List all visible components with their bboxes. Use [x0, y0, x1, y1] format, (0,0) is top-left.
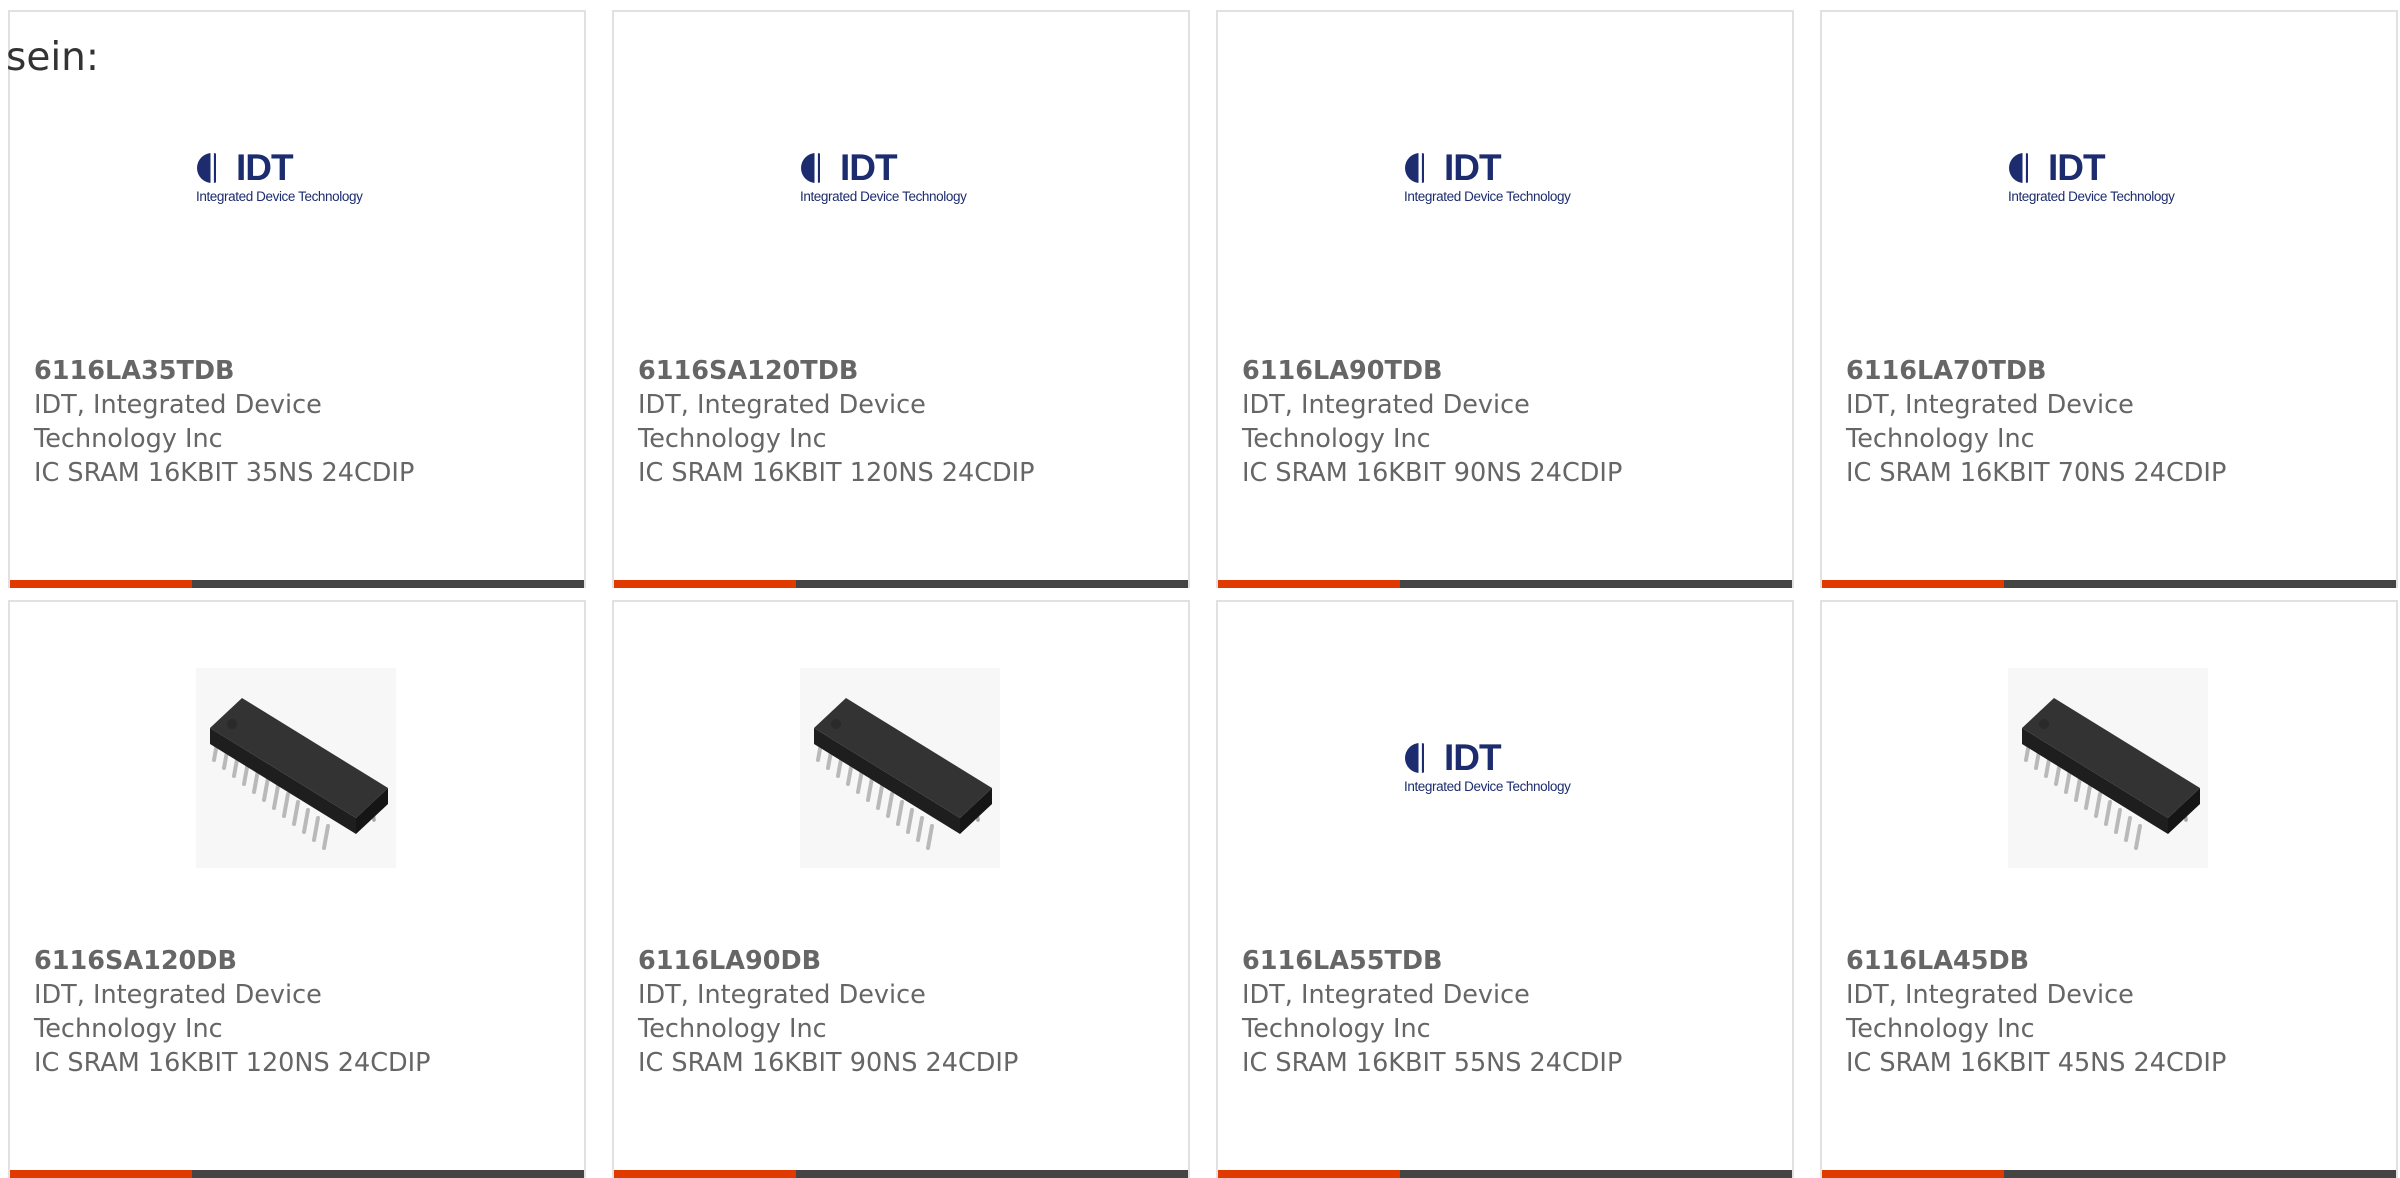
- idt-logo-mark-icon: [801, 152, 838, 184]
- product-image[interactable]: IDT Integrated Device Technology: [1404, 78, 1604, 278]
- product-description: IC SRAM 16KBIT 55NS 24CDIP: [1242, 1048, 1623, 1078]
- product-image[interactable]: IDT Integrated Device Technology: [2008, 78, 2208, 278]
- card-footer-bar: [10, 580, 584, 588]
- product-manufacturer: IDT, Integrated Device Technology Inc: [34, 390, 322, 454]
- chip-notch: [831, 719, 841, 729]
- product-info: 6116SA120TDB IDT, Integrated Device Tech…: [638, 354, 1158, 490]
- idt-logo-mark-icon: [2009, 152, 2046, 184]
- product-part-number[interactable]: 6116SA120TDB: [638, 354, 1158, 388]
- product-description: IC SRAM 16KBIT 45NS 24CDIP: [1846, 1048, 2227, 1078]
- product-manufacturer: IDT, Integrated Device Technology Inc: [638, 390, 926, 454]
- product-grid: IDT Integrated Device Technology 6116LA3…: [8, 10, 2398, 1178]
- product-info: 6116LA90DB IDT, Integrated Device Techno…: [638, 944, 1158, 1080]
- idt-logo-tagline: Integrated Device Technology: [1404, 779, 1571, 794]
- product-part-number[interactable]: 6116LA70TDB: [1846, 354, 2366, 388]
- idt-logo-word: IDT: [1444, 737, 1502, 778]
- idt-logo: IDT Integrated Device Technology: [2008, 147, 2208, 206]
- product-card[interactable]: 6116SA120DB IDT, Integrated Device Techn…: [8, 600, 586, 1178]
- product-info: 6116LA70TDB IDT, Integrated Device Techn…: [1846, 354, 2366, 490]
- idt-logo-word: IDT: [1444, 147, 1502, 188]
- product-info: 6116LA45DB IDT, Integrated Device Techno…: [1846, 944, 2366, 1080]
- idt-logo-word: IDT: [840, 147, 898, 188]
- card-footer-bar: [614, 580, 1188, 588]
- product-card[interactable]: 6116LA90DB IDT, Integrated Device Techno…: [612, 600, 1190, 1178]
- product-image[interactable]: IDT Integrated Device Technology: [1404, 668, 1604, 868]
- product-info: 6116LA55TDB IDT, Integrated Device Techn…: [1242, 944, 1762, 1080]
- product-part-number[interactable]: 6116LA55TDB: [1242, 944, 1762, 978]
- idt-logo-tagline: Integrated Device Technology: [2008, 189, 2175, 204]
- product-description: IC SRAM 16KBIT 120NS 24CDIP: [34, 1048, 431, 1078]
- product-card[interactable]: IDT Integrated Device Technology 6116LA3…: [8, 10, 586, 588]
- product-part-number[interactable]: 6116SA120DB: [34, 944, 554, 978]
- idt-logo-mark-icon: [1405, 742, 1442, 774]
- product-part-number[interactable]: 6116LA90DB: [638, 944, 1158, 978]
- card-footer-bar: [1822, 1170, 2396, 1178]
- product-description: IC SRAM 16KBIT 90NS 24CDIP: [638, 1048, 1019, 1078]
- idt-logo-word: IDT: [2048, 147, 2106, 188]
- product-image[interactable]: IDT Integrated Device Technology: [800, 78, 1000, 278]
- chip-notch: [227, 719, 237, 729]
- card-footer-bar: [1822, 580, 2396, 588]
- card-accent-bar: [1218, 1170, 1400, 1178]
- intro-text: sein:: [6, 35, 100, 80]
- card-accent-bar: [1822, 1170, 2004, 1178]
- product-manufacturer: IDT, Integrated Device Technology Inc: [34, 980, 322, 1044]
- card-accent-bar: [614, 1170, 796, 1178]
- product-image[interactable]: [2008, 668, 2208, 868]
- product-info: 6116SA120DB IDT, Integrated Device Techn…: [34, 944, 554, 1080]
- idt-logo-word: IDT: [236, 147, 294, 188]
- product-card[interactable]: IDT Integrated Device Technology 6116LA9…: [1216, 10, 1794, 588]
- product-image[interactable]: IDT Integrated Device Technology: [196, 78, 396, 278]
- product-description: IC SRAM 16KBIT 90NS 24CDIP: [1242, 458, 1623, 488]
- card-accent-bar: [10, 580, 192, 588]
- idt-logo-tagline: Integrated Device Technology: [800, 189, 967, 204]
- dip-chip-icon: [2008, 668, 2208, 868]
- product-part-number[interactable]: 6116LA45DB: [1846, 944, 2366, 978]
- product-manufacturer: IDT, Integrated Device Technology Inc: [1242, 980, 1530, 1044]
- product-card[interactable]: 6116LA45DB IDT, Integrated Device Techno…: [1820, 600, 2398, 1178]
- product-card[interactable]: IDT Integrated Device Technology 6116SA1…: [612, 10, 1190, 588]
- card-accent-bar: [1218, 580, 1400, 588]
- idt-logo-tagline: Integrated Device Technology: [196, 189, 363, 204]
- dip-chip-icon: [800, 668, 1000, 868]
- product-description: IC SRAM 16KBIT 120NS 24CDIP: [638, 458, 1035, 488]
- product-info: 6116LA90TDB IDT, Integrated Device Techn…: [1242, 354, 1762, 490]
- card-accent-bar: [1822, 580, 2004, 588]
- product-description: IC SRAM 16KBIT 35NS 24CDIP: [34, 458, 415, 488]
- card-footer-bar: [1218, 1170, 1792, 1178]
- idt-logo-mark-icon: [1405, 152, 1442, 184]
- idt-logo: IDT Integrated Device Technology: [1404, 147, 1604, 206]
- product-image[interactable]: [800, 668, 1000, 868]
- product-manufacturer: IDT, Integrated Device Technology Inc: [638, 980, 926, 1044]
- product-image[interactable]: [196, 668, 396, 868]
- idt-logo: IDT Integrated Device Technology: [800, 147, 1000, 206]
- product-description: IC SRAM 16KBIT 70NS 24CDIP: [1846, 458, 2227, 488]
- product-part-number[interactable]: 6116LA90TDB: [1242, 354, 1762, 388]
- product-part-number[interactable]: 6116LA35TDB: [34, 354, 554, 388]
- idt-logo: IDT Integrated Device Technology: [1404, 737, 1604, 796]
- card-footer-bar: [614, 1170, 1188, 1178]
- idt-logo-tagline: Integrated Device Technology: [1404, 189, 1571, 204]
- card-footer-bar: [1218, 580, 1792, 588]
- product-info: 6116LA35TDB IDT, Integrated Device Techn…: [34, 354, 554, 490]
- idt-logo: IDT Integrated Device Technology: [196, 147, 396, 206]
- dip-chip-icon: [196, 668, 396, 868]
- chip-notch: [2039, 719, 2049, 729]
- idt-logo-mark-icon: [197, 152, 234, 184]
- card-footer-bar: [10, 1170, 584, 1178]
- product-card[interactable]: IDT Integrated Device Technology 6116LA7…: [1820, 10, 2398, 588]
- product-card[interactable]: IDT Integrated Device Technology 6116LA5…: [1216, 600, 1794, 1178]
- card-accent-bar: [614, 580, 796, 588]
- card-accent-bar: [10, 1170, 192, 1178]
- product-manufacturer: IDT, Integrated Device Technology Inc: [1846, 980, 2134, 1044]
- product-manufacturer: IDT, Integrated Device Technology Inc: [1242, 390, 1530, 454]
- product-manufacturer: IDT, Integrated Device Technology Inc: [1846, 390, 2134, 454]
